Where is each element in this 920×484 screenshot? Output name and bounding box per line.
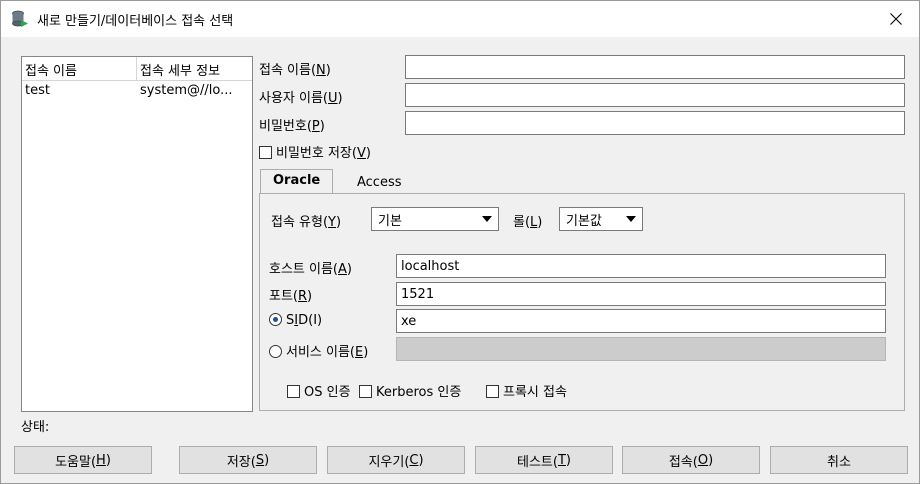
conn-name-input[interactable] xyxy=(405,55,905,79)
sid-radio[interactable]: SID(I) xyxy=(269,313,322,328)
list-header: 접속 이름 접속 세부 정보 xyxy=(22,57,252,81)
save-password-checkbox[interactable]: 비밀번호 저장(V) xyxy=(259,142,371,161)
clear-button[interactable]: 지우기(C) xyxy=(327,446,465,474)
window-title: 새로 만들기/데이터베이스 접속 선택 xyxy=(37,14,234,29)
list-item-name: test xyxy=(25,83,50,98)
title-bar: 새로 만들기/데이터베이스 접속 선택 xyxy=(1,1,919,37)
radio-button-selected[interactable] xyxy=(269,313,282,326)
cancel-button[interactable]: 취소 xyxy=(770,446,908,474)
service-radio[interactable]: 서비스 이름(E) xyxy=(269,341,368,360)
checkbox-box[interactable] xyxy=(486,385,499,398)
test-button[interactable]: 테스트(T) xyxy=(475,446,613,474)
conn-type-select[interactable]: 기본 xyxy=(371,207,499,231)
service-input xyxy=(396,337,886,361)
close-button[interactable] xyxy=(873,1,919,37)
radio-button[interactable] xyxy=(269,345,282,358)
checkbox-box[interactable] xyxy=(259,146,272,159)
role-select[interactable]: 기본값 xyxy=(559,207,643,231)
database-icon xyxy=(12,10,28,27)
connect-button[interactable]: 접속(O) xyxy=(622,446,760,474)
host-label: 호스트 이름(A) xyxy=(269,262,352,277)
column-header-name[interactable]: 접속 이름 xyxy=(22,57,137,80)
connection-list[interactable]: 접속 이름 접속 세부 정보 test system@//lo... xyxy=(21,56,253,412)
checkbox-box[interactable] xyxy=(359,385,372,398)
password-label: 비밀번호(P) xyxy=(259,119,325,134)
host-input[interactable] xyxy=(396,254,886,278)
help-button[interactable]: 도움말(H) xyxy=(14,446,152,474)
proxy-checkbox[interactable]: 프록시 접속 xyxy=(486,381,567,400)
os-auth-checkbox[interactable]: OS 인증 xyxy=(287,381,351,400)
sid-input[interactable] xyxy=(396,309,886,333)
conn-type-label: 접속 유형(Y) xyxy=(271,215,342,230)
close-icon xyxy=(890,13,902,25)
tab-oracle[interactable]: Oracle xyxy=(260,169,334,194)
user-input[interactable] xyxy=(405,83,905,107)
conn-type-value: 기본 xyxy=(378,213,402,229)
dialog-window: 새로 만들기/데이터베이스 접속 선택 접속 이름 접속 세부 정보 test … xyxy=(0,0,920,484)
save-button[interactable]: 저장(S) xyxy=(179,446,317,474)
dropdown-arrow-icon xyxy=(482,216,492,222)
port-input[interactable] xyxy=(396,282,886,306)
dropdown-arrow-icon xyxy=(626,216,636,222)
column-header-details[interactable]: 접속 세부 정보 xyxy=(137,57,252,80)
conn-name-label: 접속 이름(N) xyxy=(259,63,331,78)
role-value: 기본값 xyxy=(566,213,602,229)
list-item-details: system@//lo... xyxy=(140,83,233,98)
role-label: 롤(L) xyxy=(513,215,543,230)
checkbox-box[interactable] xyxy=(287,385,300,398)
password-input[interactable] xyxy=(405,111,905,135)
kerberos-checkbox[interactable]: Kerberos 인증 xyxy=(359,381,461,400)
user-label: 사용자 이름(U) xyxy=(259,91,343,106)
list-item[interactable]: test system@//lo... xyxy=(22,81,252,103)
port-label: 포트(R) xyxy=(269,289,313,304)
status-label: 상태: xyxy=(21,420,50,435)
